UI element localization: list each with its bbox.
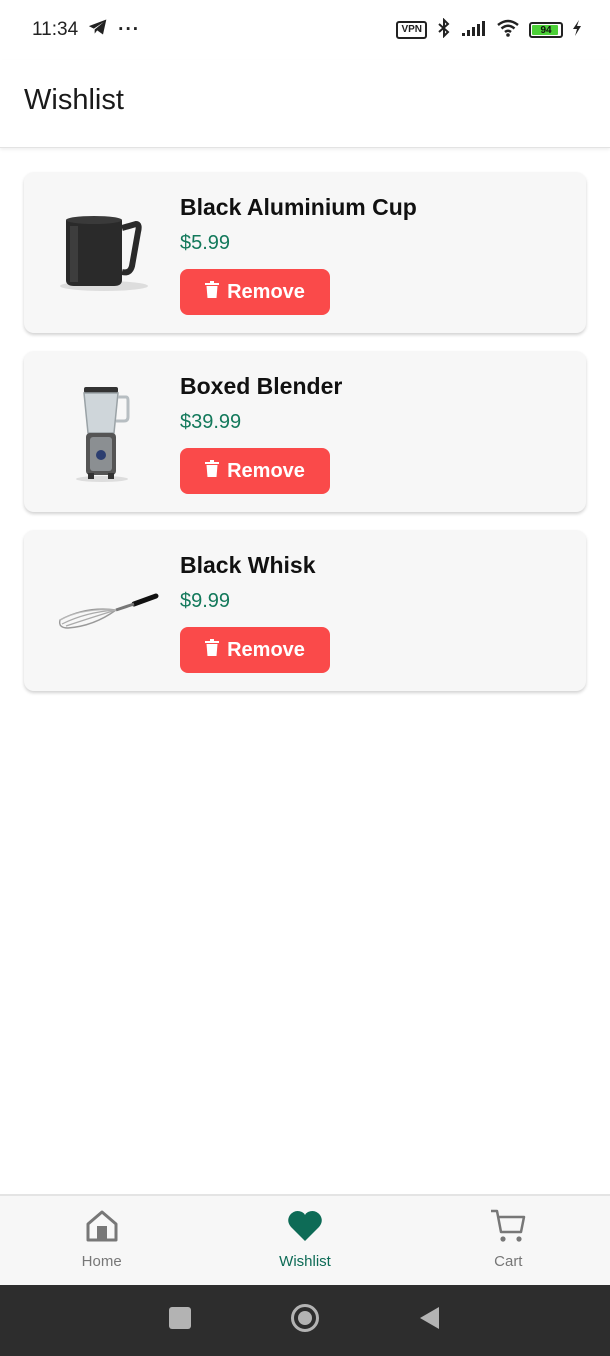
- nav-item-cart[interactable]: Cart: [407, 1196, 610, 1285]
- back-triangle-icon: [419, 1306, 441, 1335]
- nav-item-wishlist[interactable]: Wishlist: [203, 1196, 406, 1285]
- wishlist-item: Black Whisk $9.99 Remove: [24, 530, 586, 691]
- product-name: Boxed Blender: [180, 373, 343, 399]
- more-icon: ···: [118, 19, 141, 40]
- wishlist-item: Boxed Blender $39.99 Remove: [24, 351, 586, 512]
- battery-icon: 94: [529, 22, 563, 38]
- wifi-icon: [496, 19, 520, 42]
- back-button[interactable]: [415, 1306, 445, 1336]
- remove-label: Remove: [227, 280, 305, 303]
- telegram-icon: [88, 18, 108, 42]
- bottom-nav: Home Wishlist Cart: [0, 1194, 610, 1285]
- remove-button[interactable]: Remove: [180, 627, 330, 673]
- cart-icon: [489, 1208, 527, 1249]
- system-nav-bar: [0, 1285, 610, 1356]
- wishlist-screen: 11:34 ··· VPN 94 Wishlist Black Aluminiu…: [0, 0, 610, 1356]
- battery-level: 94: [540, 24, 552, 36]
- black-cup-image: [46, 198, 166, 308]
- status-time: 11:34: [32, 19, 79, 40]
- wishlist-list: Black Aluminium Cup $5.99 Remove Boxed B…: [24, 172, 586, 709]
- blender-image: [46, 377, 166, 487]
- trash-icon: [205, 459, 220, 483]
- nav-label-home: Home: [81, 1253, 122, 1270]
- circle-icon: [290, 1303, 320, 1338]
- product-name: Black Whisk: [180, 552, 316, 578]
- home-icon: [84, 1208, 120, 1249]
- app-bar: Wishlist: [0, 60, 610, 148]
- product-price: $5.99: [180, 232, 231, 254]
- nav-item-home[interactable]: Home: [0, 1196, 203, 1285]
- signal-icon: [461, 19, 487, 42]
- product-price: $39.99: [180, 411, 242, 433]
- remove-label: Remove: [227, 638, 305, 661]
- wishlist-item: Black Aluminium Cup $5.99 Remove: [24, 172, 586, 333]
- bluetooth-icon: [436, 17, 452, 43]
- nav-label-wishlist: Wishlist: [279, 1253, 331, 1270]
- home-system-button[interactable]: [290, 1303, 320, 1338]
- product-price: $9.99: [180, 590, 231, 612]
- status-bar: 11:34 ··· VPN 94: [0, 0, 610, 60]
- remove-button[interactable]: Remove: [180, 269, 330, 315]
- page-title: Wishlist: [24, 84, 124, 116]
- heart-icon: [286, 1208, 324, 1249]
- recents-button[interactable]: [165, 1306, 195, 1336]
- trash-icon: [205, 280, 220, 304]
- nav-label-cart: Cart: [494, 1253, 523, 1270]
- square-icon: [169, 1307, 191, 1334]
- product-name: Black Aluminium Cup: [180, 194, 417, 220]
- remove-label: Remove: [227, 459, 305, 482]
- remove-button[interactable]: Remove: [180, 448, 330, 494]
- trash-icon: [205, 638, 220, 662]
- vpn-badge: VPN: [396, 21, 427, 39]
- charging-icon: [572, 19, 582, 41]
- whisk-image: [46, 556, 166, 666]
